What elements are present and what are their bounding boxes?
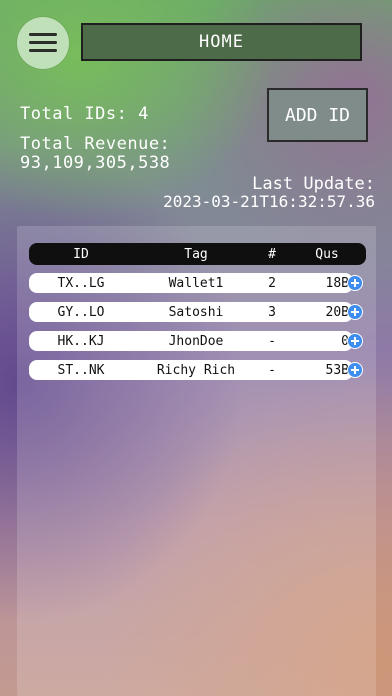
row-count: - — [268, 362, 276, 378]
hamburger-menu-icon — [29, 33, 57, 36]
row-count: 3 — [268, 304, 276, 320]
row-count: 2 — [268, 275, 276, 291]
column-header-qus: Qus — [315, 246, 339, 262]
row-tag: Richy Rich — [156, 362, 236, 378]
total-ids-text: Total IDs: 4 — [20, 104, 149, 124]
table-row[interactable]: TX..LG Wallet1 2 18B — [29, 273, 353, 293]
hamburger-menu-icon-bar — [29, 49, 57, 52]
table-row[interactable]: HK..KJ JhonDoe - 0 — [29, 331, 353, 351]
row-id: HK..KJ — [57, 333, 105, 349]
column-header-tag: Tag — [184, 246, 208, 262]
table-header: ID Tag # Qus — [29, 243, 366, 265]
add-id-button[interactable]: ADD ID — [267, 88, 368, 142]
ids-table-panel: ID Tag # Qus TX..LG Wallet1 2 18B GY..LO… — [17, 226, 376, 696]
last-update-value: 2023-03-21T16:32:57.36 — [163, 192, 375, 211]
row-id: GY..LO — [57, 304, 105, 320]
total-revenue-label: Total Revenue: — [20, 134, 171, 154]
row-qus: 20B — [325, 304, 349, 320]
row-qus: 0 — [341, 333, 349, 349]
row-id: TX..LG — [57, 275, 105, 291]
row-id: ST..NK — [57, 362, 105, 378]
row-tag: JhonDoe — [168, 333, 224, 349]
column-header-id: ID — [73, 246, 89, 262]
row-qus: 18B — [325, 275, 349, 291]
plus-circle-icon[interactable] — [347, 333, 363, 349]
menu-button[interactable] — [17, 17, 69, 69]
total-revenue-value: 93,109,305,538 — [20, 153, 171, 173]
hamburger-menu-icon-bar — [29, 41, 57, 44]
table-row[interactable]: ST..NK Richy Rich - 53B — [29, 360, 353, 380]
plus-circle-icon[interactable] — [347, 304, 363, 320]
row-tag: Satoshi — [168, 304, 224, 320]
row-qus: 53B — [325, 362, 349, 378]
row-count: - — [268, 333, 276, 349]
home-button[interactable]: HOME — [81, 23, 362, 61]
row-tag: Wallet1 — [168, 275, 224, 291]
plus-circle-icon[interactable] — [347, 275, 363, 291]
table-row[interactable]: GY..LO Satoshi 3 20B — [29, 302, 353, 322]
column-header-count: # — [268, 246, 276, 262]
plus-circle-icon[interactable] — [347, 362, 363, 378]
